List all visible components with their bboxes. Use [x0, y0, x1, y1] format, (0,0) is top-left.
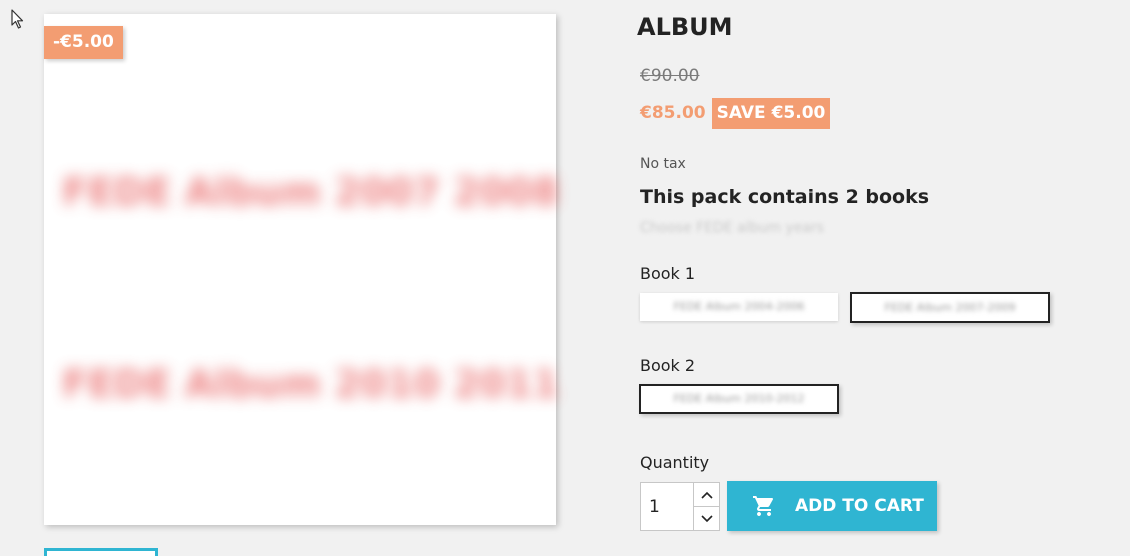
- book1-option-selected[interactable]: FEDE Album 2007-2009: [850, 292, 1050, 323]
- quantity-label: Quantity: [640, 453, 710, 472]
- quantity-buttons: [693, 483, 720, 530]
- book1-option-label: FEDE Album 2007-2009: [884, 301, 1016, 314]
- book1-option-label: FEDE Album 2004-2006: [673, 300, 805, 313]
- chevron-up-icon: [701, 491, 713, 499]
- chevron-down-icon: [701, 514, 713, 522]
- product-image-text-2: FEDE Album 2010 2011: [62, 362, 559, 406]
- pack-subheading: Choose FEDE album years: [640, 220, 824, 236]
- discount-flag: -€5.00: [44, 26, 123, 59]
- book2-label: Book 2: [640, 356, 696, 375]
- product-page: FEDE Album 2007 2008 FEDE Album 2010 201…: [0, 0, 1130, 556]
- pack-heading: This pack contains 2 books: [640, 186, 930, 208]
- shopping-cart-icon: [753, 496, 774, 516]
- tax-label: No tax: [640, 156, 686, 172]
- product-title: ALBUM: [637, 13, 733, 41]
- mouse-cursor-icon: [11, 9, 24, 29]
- quantity-stepper: [640, 482, 720, 531]
- quantity-decrease-button[interactable]: [694, 507, 720, 530]
- current-price: €85.00: [640, 103, 706, 123]
- add-to-cart-button[interactable]: ADD TO CART: [727, 481, 937, 531]
- quantity-increase-button[interactable]: [694, 483, 720, 507]
- product-thumbnail[interactable]: [44, 548, 158, 556]
- product-image[interactable]: [44, 14, 556, 525]
- product-image-text-1: FEDE Album 2007 2008: [62, 170, 559, 214]
- save-badge: SAVE €5.00: [712, 98, 830, 129]
- book2-option-label: FEDE Album 2010-2012: [673, 392, 805, 405]
- book1-option[interactable]: FEDE Album 2004-2006: [640, 293, 838, 321]
- book2-option-selected[interactable]: FEDE Album 2010-2012: [639, 384, 839, 414]
- quantity-input[interactable]: [641, 483, 693, 530]
- add-to-cart-label: ADD TO CART: [795, 496, 924, 516]
- regular-price: €90.00: [640, 66, 700, 86]
- book1-label: Book 1: [640, 264, 696, 283]
